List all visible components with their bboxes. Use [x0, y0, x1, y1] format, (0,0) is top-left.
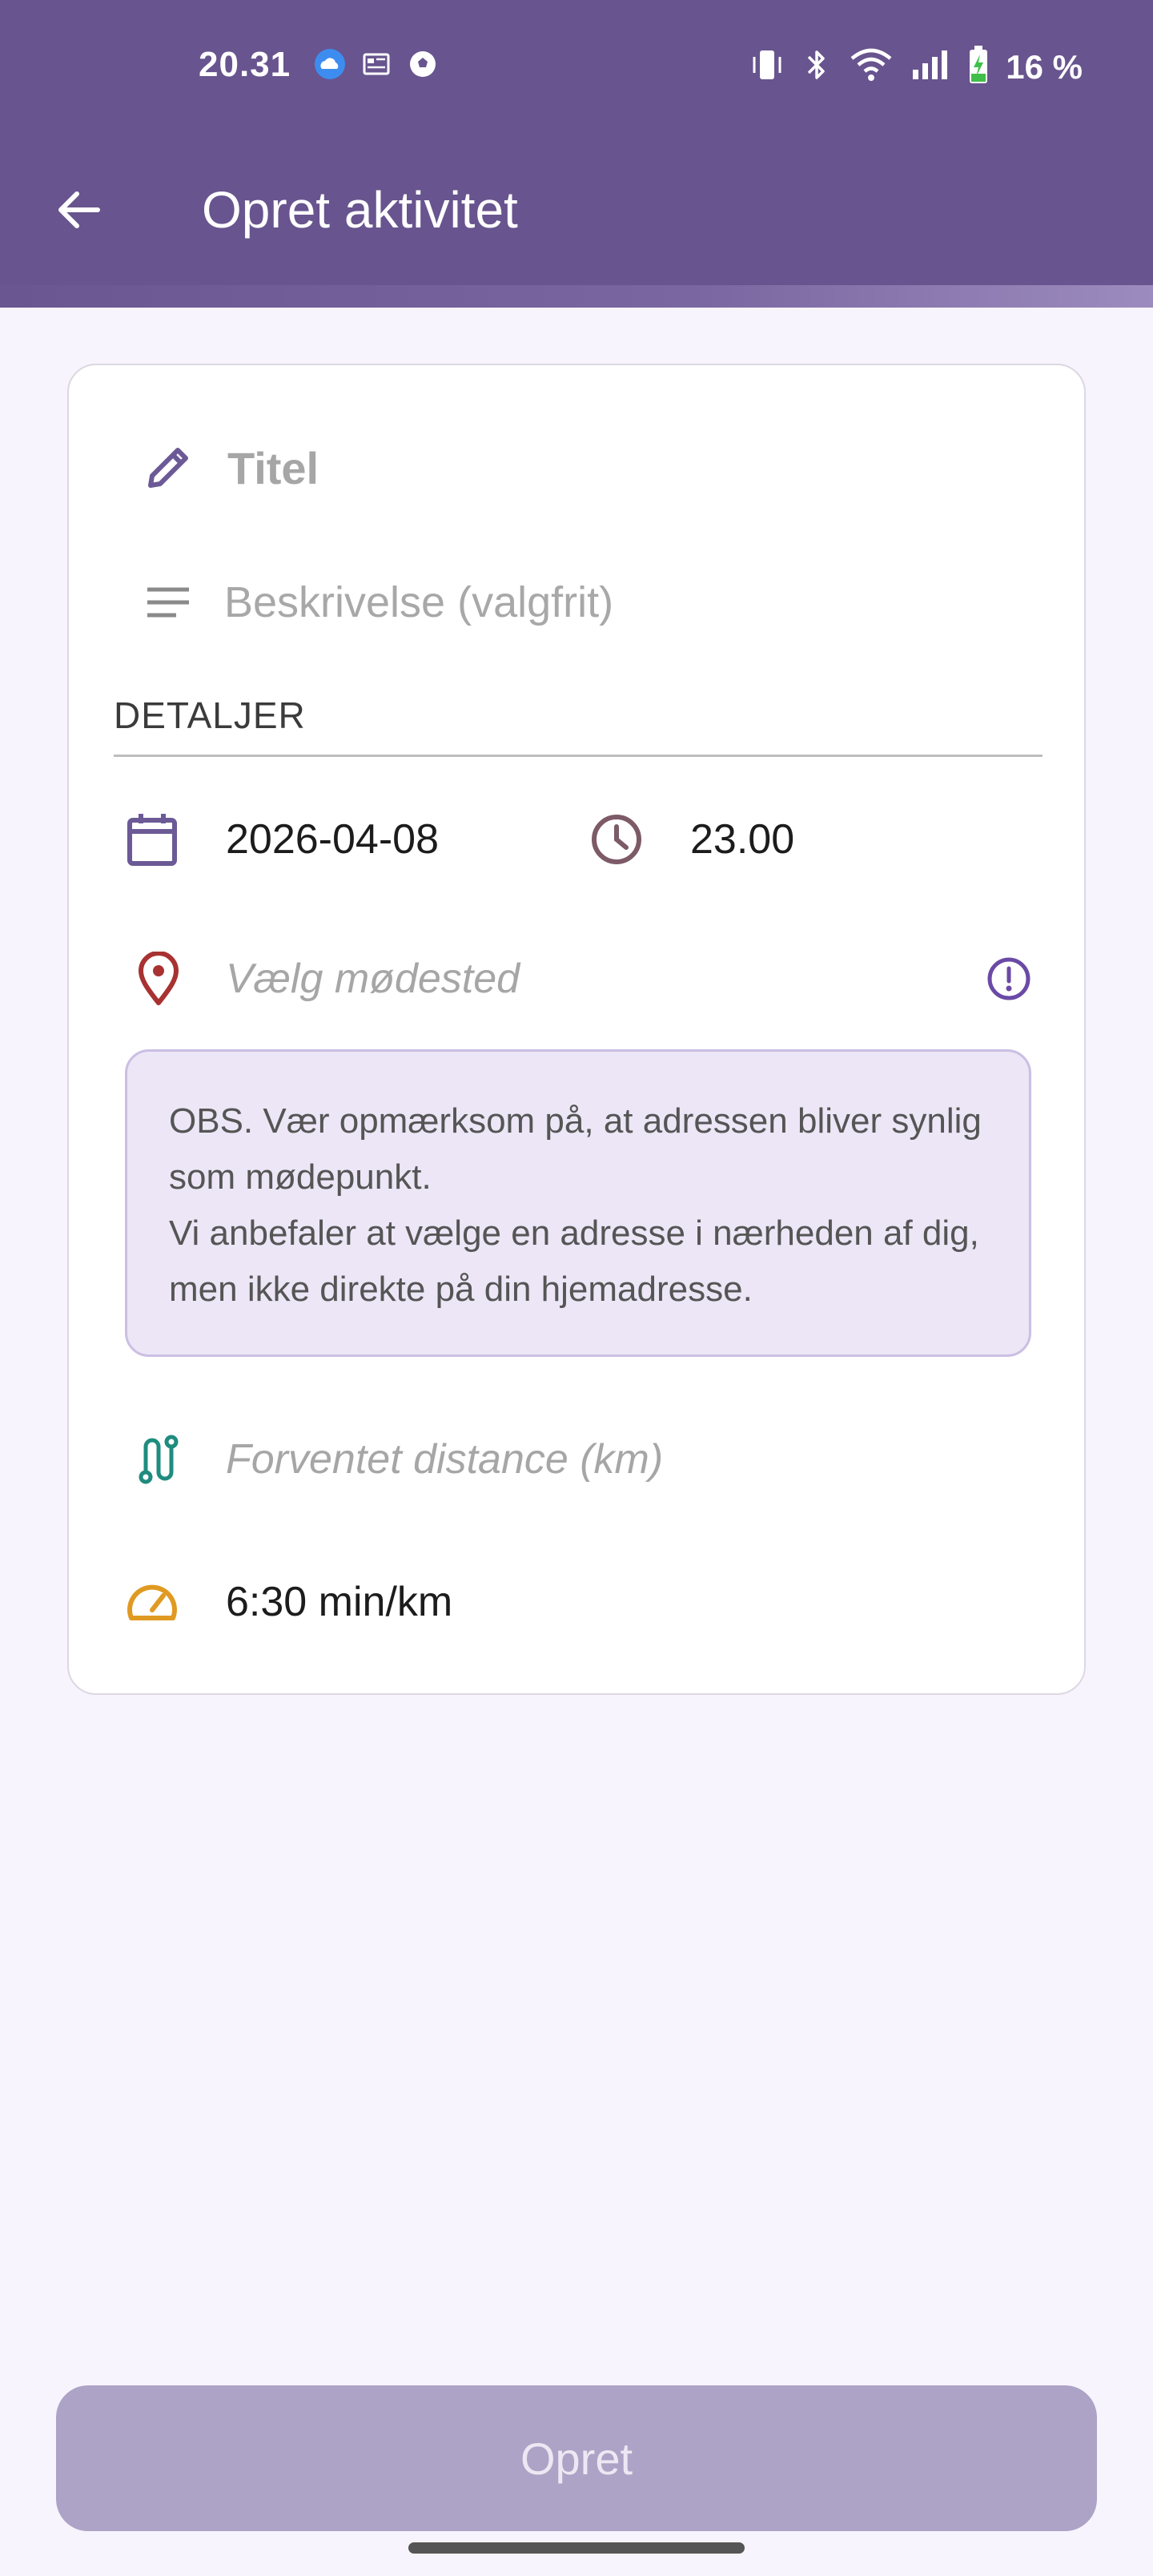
notes-icon — [139, 574, 197, 631]
route-icon — [130, 1431, 187, 1488]
calendar-icon — [123, 811, 181, 868]
soccer-icon — [407, 48, 439, 80]
status-left-icons — [314, 48, 439, 80]
location-input-placeholder: Vælg mødested — [226, 956, 520, 1002]
time-value: 23.00 — [690, 816, 795, 863]
battery-charging-icon — [967, 45, 990, 89]
signal-icon — [910, 46, 951, 88]
arrow-back-icon — [58, 191, 100, 228]
wifi-icon — [849, 46, 894, 88]
speedometer-icon — [123, 1573, 181, 1631]
description-field[interactable]: Beskrivelse (valgfrit) — [139, 564, 1036, 641]
distance-input-placeholder: Forventet distance (km) — [226, 1436, 664, 1483]
distance-field[interactable]: Forventet distance (km) — [130, 1421, 1010, 1498]
status-right-icons: 16 % — [749, 45, 1083, 89]
date-field[interactable]: 2026-04-08 — [123, 801, 439, 878]
pace-value: 6:30 min/km — [226, 1579, 453, 1625]
battery-percentage: 16 % — [1006, 47, 1083, 86]
location-field[interactable]: Vælg mødested — [130, 940, 1010, 1017]
activity-form-card: Titel Beskrivelse (valgfrit) DETALJER 20… — [67, 364, 1086, 1695]
section-details-label: DETALJER — [114, 694, 306, 736]
create-activity-button[interactable]: Opret — [56, 2385, 1097, 2531]
notice-line-1: OBS. Vær opmærksom på, at adressen blive… — [169, 1101, 982, 1197]
app-bar-accent — [0, 285, 1153, 308]
notice-line-2: Vi anbefaler at vælge en adresse i nærhe… — [169, 1214, 979, 1309]
section-divider — [114, 755, 1043, 757]
info-alert-icon — [980, 950, 1038, 1008]
date-value: 2026-04-08 — [226, 816, 439, 863]
vibrate-icon — [749, 46, 785, 88]
location-info-button[interactable] — [980, 950, 1038, 1008]
news-icon — [360, 48, 392, 80]
pencil-icon — [139, 439, 197, 497]
location-pin-icon — [130, 950, 187, 1008]
status-time: 20.31 — [199, 45, 291, 84]
home-indicator[interactable] — [408, 2542, 745, 2554]
back-button[interactable] — [46, 178, 110, 242]
page-title: Opret aktivitet — [202, 181, 518, 239]
description-input-placeholder: Beskrivelse (valgfrit) — [224, 578, 614, 626]
status-bar: 20.31 16 % — [0, 0, 1153, 133]
title-input-placeholder: Titel — [227, 442, 319, 493]
title-field[interactable]: Titel — [139, 429, 1036, 506]
pace-field[interactable]: 6:30 min/km — [123, 1564, 1004, 1640]
location-notice-box: OBS. Vær opmærksom på, at adressen blive… — [125, 1049, 1031, 1357]
clock-icon — [588, 811, 645, 868]
weather-icon — [314, 48, 346, 80]
time-field[interactable]: 23.00 — [588, 801, 794, 878]
bluetooth-icon — [801, 46, 833, 88]
